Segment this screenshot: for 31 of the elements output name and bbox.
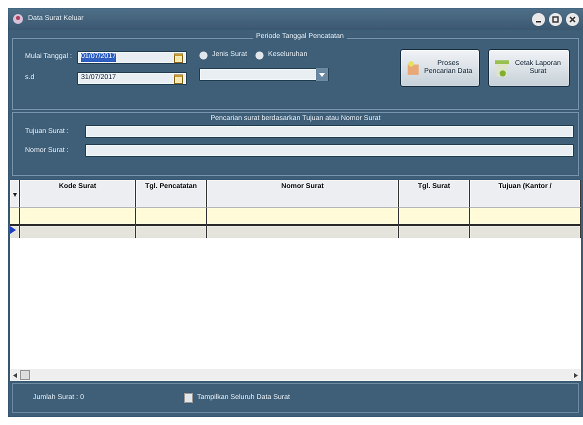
new-row-cell[interactable] [20, 224, 136, 238]
calendar-icon[interactable] [174, 52, 183, 62]
scroll-right-icon[interactable] [574, 372, 578, 378]
dropdown-arrow-icon [12, 193, 16, 197]
new-row-cell[interactable] [136, 224, 207, 238]
text-field[interactable] [85, 144, 574, 158]
app-icon [12, 13, 24, 25]
radio-icon[interactable] [199, 51, 208, 60]
filter-cell[interactable] [20, 207, 136, 224]
new-row-cell[interactable] [399, 224, 470, 238]
radio-icon[interactable] [255, 51, 264, 60]
dropdown-field[interactable] [199, 68, 329, 81]
filter-cell[interactable] [399, 207, 470, 224]
filter-cell[interactable] [207, 207, 399, 224]
text-field[interactable] [85, 125, 574, 138]
filter-cell[interactable] [136, 207, 207, 224]
filter-indicator [10, 207, 20, 224]
scroll-thumb[interactable] [20, 370, 30, 380]
new-row-cell[interactable] [207, 224, 399, 238]
new-row-cell[interactable] [470, 224, 581, 238]
maximize-button[interactable] [549, 12, 562, 26]
current-row-icon [10, 226, 16, 234]
maximize-icon[interactable] [552, 16, 559, 22]
checkbox-icon[interactable] [184, 393, 193, 403]
close-icon[interactable] [569, 16, 576, 22]
calendar-icon[interactable] [174, 74, 183, 84]
minimize-button[interactable] [532, 12, 545, 26]
close-button[interactable] [566, 12, 579, 26]
filter-cell[interactable] [470, 207, 581, 224]
scroll-left-icon[interactable] [13, 372, 17, 378]
horizontal-scrollbar[interactable] [10, 369, 581, 381]
